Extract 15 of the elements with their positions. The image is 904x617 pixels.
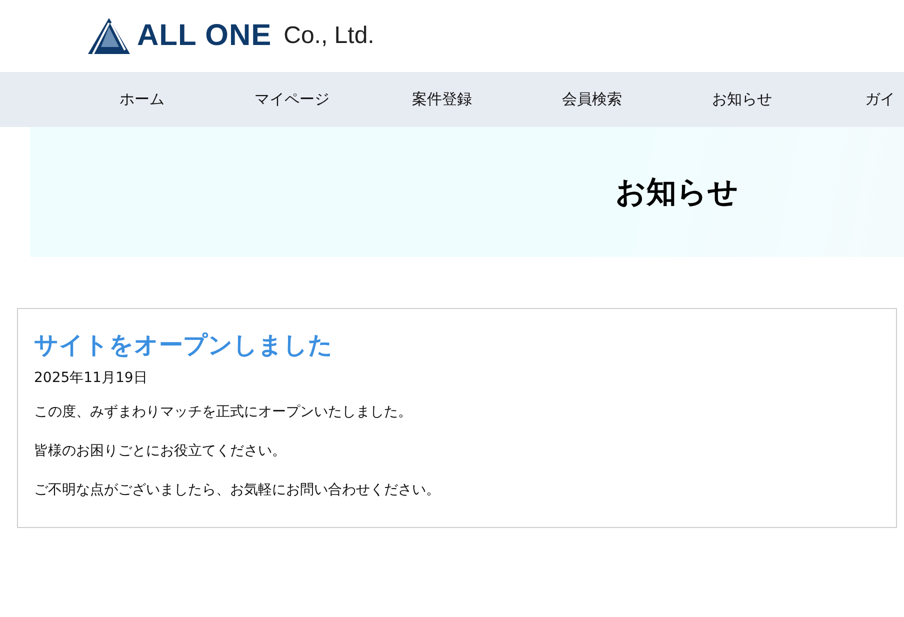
nav-link[interactable]: マイページ [217,90,367,109]
news-date: 2025年11月19日 [34,369,148,387]
nav-link[interactable]: ホーム [67,90,217,109]
page-title: お知らせ [616,174,738,212]
logo-suffix: Co., Ltd. [284,22,374,50]
logo-brand: ALL ONE [137,19,272,53]
news-paragraph: 皆様のお困りごとにお役立てください。 [34,442,287,460]
nav-link[interactable]: お知らせ [667,90,817,109]
logo-icon [87,17,131,55]
news-title: サイトをオープンしました [34,330,334,361]
nav-link[interactable]: 案件登録 [367,90,517,109]
nav-link[interactable]: ガイ [865,90,895,109]
news-paragraph: ご不明な点がございましたら、お気軽にお問い合わせください。 [34,481,441,499]
nav-link[interactable]: 会員検索 [517,90,667,109]
news-paragraph: この度、みずまわりマッチを正式にオープンいたしました。 [34,403,413,421]
